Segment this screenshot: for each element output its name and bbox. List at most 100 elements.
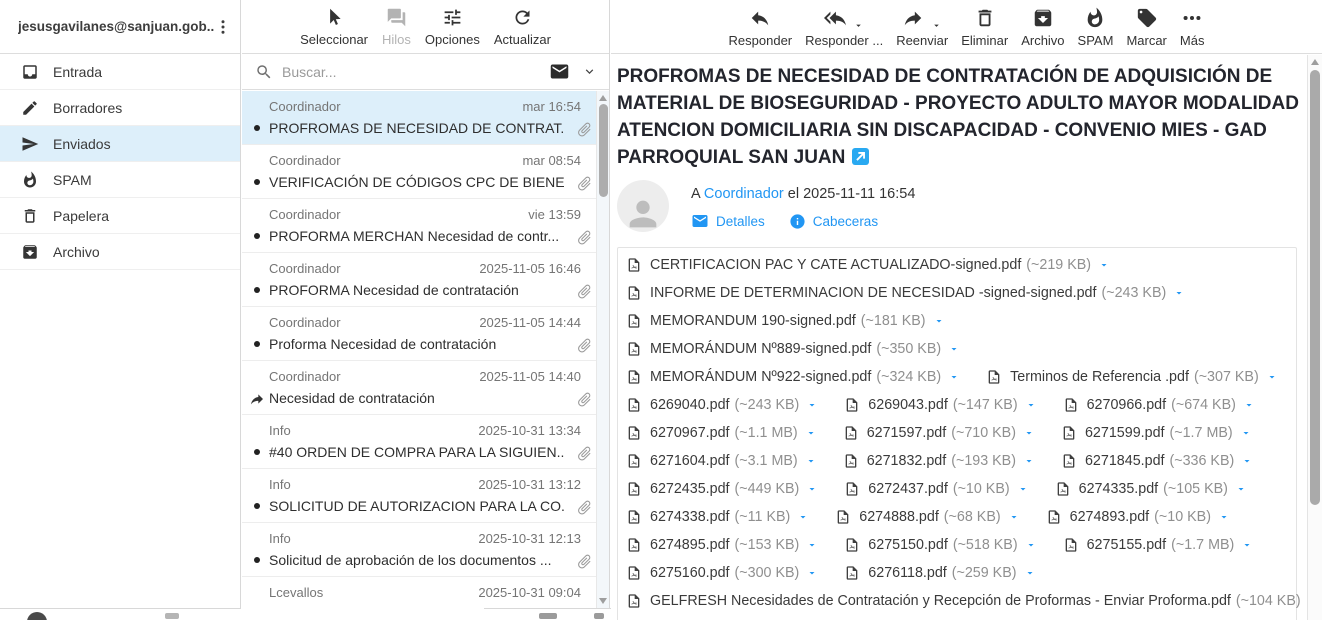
search-options-chevron-icon[interactable] <box>582 64 597 79</box>
attachment-menu-caret-icon[interactable] <box>1240 427 1252 439</box>
scrollbar-thumb[interactable] <box>1310 70 1320 505</box>
attachment-item[interactable]: 6274335.pdf (~105 KB) <box>1055 475 1247 503</box>
attachment-item[interactable]: 6271597.pdf (~710 KB) <box>843 419 1035 447</box>
attachment-item[interactable]: MEMORÁNDUM Nº922-signed.pdf (~324 KB) <box>626 363 960 391</box>
scroll-down-arrow[interactable] <box>599 598 607 604</box>
attachment-item[interactable]: 6270966.pdf (~674 KB) <box>1063 391 1255 419</box>
scroll-up-arrow[interactable] <box>1311 59 1319 65</box>
attachment-item[interactable]: 6275160.pdf (~300 KB) <box>626 559 818 587</box>
attachment-item[interactable]: MEMORÁNDUM Nº889-signed.pdf (~350 KB) <box>626 335 960 363</box>
message-row[interactable]: Coordinador vie 13:59 PROFORMA MERCHAN N… <box>242 199 609 253</box>
scrollbar-thumb[interactable] <box>599 104 608 197</box>
attachment-menu-caret-icon[interactable] <box>948 343 960 355</box>
attachment-menu-caret-icon[interactable] <box>1024 567 1036 579</box>
attachment-menu-caret-icon[interactable] <box>1023 427 1035 439</box>
attachment-item[interactable]: 6274888.pdf (~68 KB) <box>835 503 1019 531</box>
attachment-menu-caret-icon[interactable] <box>1098 259 1110 271</box>
sidebar-folder[interactable]: Archivo <box>0 234 240 270</box>
attachment-menu-caret-icon[interactable] <box>797 511 809 523</box>
sidebar-folder[interactable]: Entrada <box>0 54 240 90</box>
attachment-menu-caret-icon[interactable] <box>1025 399 1037 411</box>
scroll-up-arrow[interactable] <box>599 95 607 101</box>
attachment-item[interactable]: 6274895.pdf (~153 KB) <box>626 531 818 559</box>
message-row[interactable]: Info 2025-10-31 13:34 #40 ORDEN DE COMPR… <box>242 415 609 469</box>
attachment-item[interactable]: 6269040.pdf (~243 KB) <box>626 391 818 419</box>
message-row[interactable]: Coordinador 2025-11-05 16:46 PROFORMA Ne… <box>242 253 609 307</box>
attachment-item[interactable]: 6275150.pdf (~518 KB) <box>844 531 1036 559</box>
sidebar-folder[interactable]: SPAM <box>0 162 240 198</box>
user-avatar-icon[interactable] <box>27 612 47 620</box>
search-input[interactable] <box>282 64 540 80</box>
attachment-item[interactable]: INFORME DE DETERMINACION DE NECESIDAD -s… <box>626 279 1185 307</box>
message-toolbar-button[interactable]: Responder <box>729 7 793 48</box>
list-toolbar-button[interactable]: Opciones <box>425 7 480 47</box>
message-toolbar-button[interactable]: Responder ... <box>805 7 883 48</box>
attachment-menu-caret-icon[interactable] <box>1008 511 1020 523</box>
attachment-menu-caret-icon[interactable] <box>806 567 818 579</box>
message-toolbar-button[interactable]: Eliminar <box>961 7 1008 48</box>
mail-filter-icon[interactable] <box>549 61 570 82</box>
recipient-link[interactable]: Coordinador <box>704 186 784 202</box>
message-toolbar-button[interactable]: Más <box>1180 7 1205 48</box>
attachment-menu-caret-icon[interactable] <box>1241 455 1253 467</box>
message-row[interactable]: Coordinador mar 08:54 VERIFICACIÓN DE CÓ… <box>242 145 609 199</box>
message-view-scrollbar[interactable] <box>1307 55 1322 620</box>
attachment-item[interactable]: 6271604.pdf (~3.1 MB) <box>626 447 817 475</box>
attachment-item[interactable]: 6274893.pdf (~10 KB) <box>1046 503 1230 531</box>
message-row[interactable]: Coordinador mar 16:54 PROFROMAS DE NECES… <box>242 91 609 145</box>
attachment-item[interactable]: 6271832.pdf (~193 KB) <box>843 447 1035 475</box>
message-toolbar-button[interactable]: Marcar <box>1126 7 1166 48</box>
attachment-menu-caret-icon[interactable] <box>948 371 960 383</box>
attachment-item[interactable]: 6269043.pdf (~147 KB) <box>844 391 1036 419</box>
attachment-item[interactable]: GELFRESH Necesidades de Contratación y R… <box>626 587 1307 615</box>
attachment-menu-caret-icon[interactable] <box>1266 371 1278 383</box>
message-toolbar-button[interactable]: Reenviar <box>896 7 948 48</box>
attachment-menu-caret-icon[interactable] <box>1241 539 1253 551</box>
attachment-menu-caret-icon[interactable] <box>1017 483 1029 495</box>
attachment-menu-caret-icon[interactable] <box>1243 399 1255 411</box>
attachment-item[interactable]: 6271845.pdf (~336 KB) <box>1061 447 1253 475</box>
sidebar-folder[interactable]: Papelera <box>0 198 240 234</box>
attachment-item[interactable]: MEMORANDUM 190-signed.pdf (~181 KB) <box>626 307 945 335</box>
attachment-menu-caret-icon[interactable] <box>1173 287 1185 299</box>
message-row[interactable]: Info 2025-10-31 13:12 SOLICITUD DE AUTOR… <box>242 469 609 523</box>
attachment-menu-caret-icon[interactable] <box>1218 511 1230 523</box>
dropdown-caret-icon[interactable] <box>853 20 864 31</box>
sidebar-folder[interactable]: Borradores <box>0 90 240 126</box>
attachment-item[interactable]: 6275155.pdf (~1.7 MB) <box>1063 531 1254 559</box>
attachment-menu-caret-icon[interactable] <box>806 483 818 495</box>
message-toolbar-button[interactable]: Archivo <box>1021 7 1064 48</box>
attachment-menu-caret-icon[interactable] <box>933 315 945 327</box>
attachment-item[interactable]: 6276118.pdf (~259 KB) <box>844 559 1035 587</box>
list-toolbar-button[interactable]: Actualizar <box>494 7 551 47</box>
attachment-item[interactable]: Terminos de Referencia .pdf (~307 KB) <box>986 363 1278 391</box>
message-row[interactable]: Info 2025-10-31 12:13 Solicitud de aprob… <box>242 523 609 577</box>
list-toolbar-button[interactable]: Hilos <box>382 7 411 47</box>
account-header[interactable]: jesusgavilanes@sanjuan.gob.... <box>0 0 240 54</box>
attachment-item[interactable]: 6272437.pdf (~10 KB) <box>844 475 1028 503</box>
account-menu-icon[interactable] <box>214 18 232 36</box>
message-list-scrollbar[interactable] <box>596 91 609 608</box>
attachment-menu-caret-icon[interactable] <box>1023 455 1035 467</box>
list-toolbar-button[interactable]: Seleccionar <box>300 7 368 47</box>
attachment-menu-caret-icon[interactable] <box>805 427 817 439</box>
dropdown-caret-icon[interactable] <box>931 20 942 31</box>
attachment-menu-caret-icon[interactable] <box>1025 539 1037 551</box>
attachment-item[interactable]: 6271599.pdf (~1.7 MB) <box>1061 419 1252 447</box>
attachment-item[interactable]: CERTIFICACION PAC Y CATE ACTUALIZADO-sig… <box>626 251 1110 279</box>
message-row[interactable]: Coordinador 2025-11-05 14:44 Proforma Ne… <box>242 307 609 361</box>
message-toolbar-button[interactable]: SPAM <box>1078 7 1114 48</box>
attachment-item[interactable]: 6274338.pdf (~11 KB) <box>626 503 809 531</box>
attachment-item[interactable]: 6270967.pdf (~1.1 MB) <box>626 419 817 447</box>
message-row[interactable]: Lcevallos 2025-10-31 09:04 <box>242 577 609 608</box>
attachment-item[interactable]: 6272435.pdf (~449 KB) <box>626 475 818 503</box>
attachment-item[interactable]: IMPORFACTORY Necesidades de Contratación… <box>626 615 1307 620</box>
attachment-menu-caret-icon[interactable] <box>806 399 818 411</box>
open-in-new-window-icon[interactable] <box>852 148 869 165</box>
attachment-menu-caret-icon[interactable] <box>1235 483 1247 495</box>
attachment-menu-caret-icon[interactable] <box>806 539 818 551</box>
message-row[interactable]: Coordinador 2025-11-05 14:40 Necesidad d… <box>242 361 609 415</box>
headers-link[interactable]: Cabeceras <box>789 213 878 230</box>
details-link[interactable]: Detalles <box>691 212 765 230</box>
attachment-menu-caret-icon[interactable] <box>805 455 817 467</box>
